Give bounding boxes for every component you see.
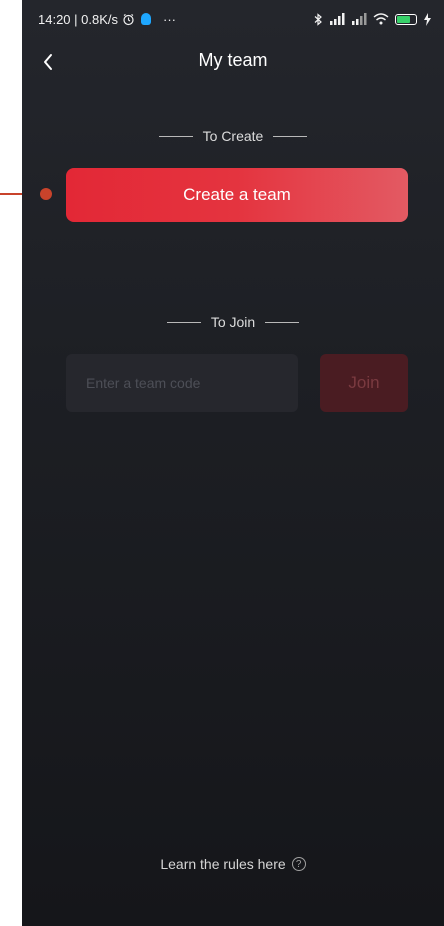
- notification-icon: [141, 13, 151, 25]
- create-team-button[interactable]: Create a team: [66, 168, 408, 222]
- divider: [158, 135, 193, 137]
- status-bar-left: 14:20 | 0.8K/s ···: [38, 12, 176, 27]
- phone-screen: 14:20 | 0.8K/s ··· My team To Create Cre…: [22, 0, 444, 926]
- rules-link-text: Learn the rules here: [160, 856, 286, 872]
- signal-icon: [351, 13, 367, 25]
- join-section-title: To Join: [210, 314, 256, 330]
- signal-icon: [329, 13, 345, 25]
- annotation-marker-dot: [40, 188, 52, 200]
- status-bar: 14:20 | 0.8K/s ···: [22, 0, 444, 38]
- join-section-label: To Join: [22, 314, 444, 330]
- status-bar-right: [314, 12, 432, 26]
- create-section-label: To Create: [22, 128, 444, 144]
- bluetooth-icon: [314, 12, 323, 26]
- create-section-title: To Create: [202, 128, 264, 144]
- page-title: My team: [198, 50, 268, 70]
- charging-icon: [423, 12, 432, 26]
- join-button[interactable]: Join: [320, 354, 408, 412]
- header: My team: [22, 40, 444, 84]
- alarm-icon: [122, 13, 135, 26]
- battery-fill: [397, 15, 410, 23]
- learn-rules-link[interactable]: Learn the rules here ?: [22, 856, 444, 872]
- wifi-icon: [373, 13, 389, 25]
- team-code-input[interactable]: [66, 354, 298, 412]
- status-more: ···: [163, 11, 176, 27]
- divider: [166, 321, 201, 323]
- divider: [265, 321, 300, 323]
- question-circle-icon: ?: [291, 857, 306, 871]
- status-time: 14:20 | 0.8K/s: [38, 11, 118, 27]
- battery-icon: [395, 13, 417, 25]
- divider: [273, 135, 308, 137]
